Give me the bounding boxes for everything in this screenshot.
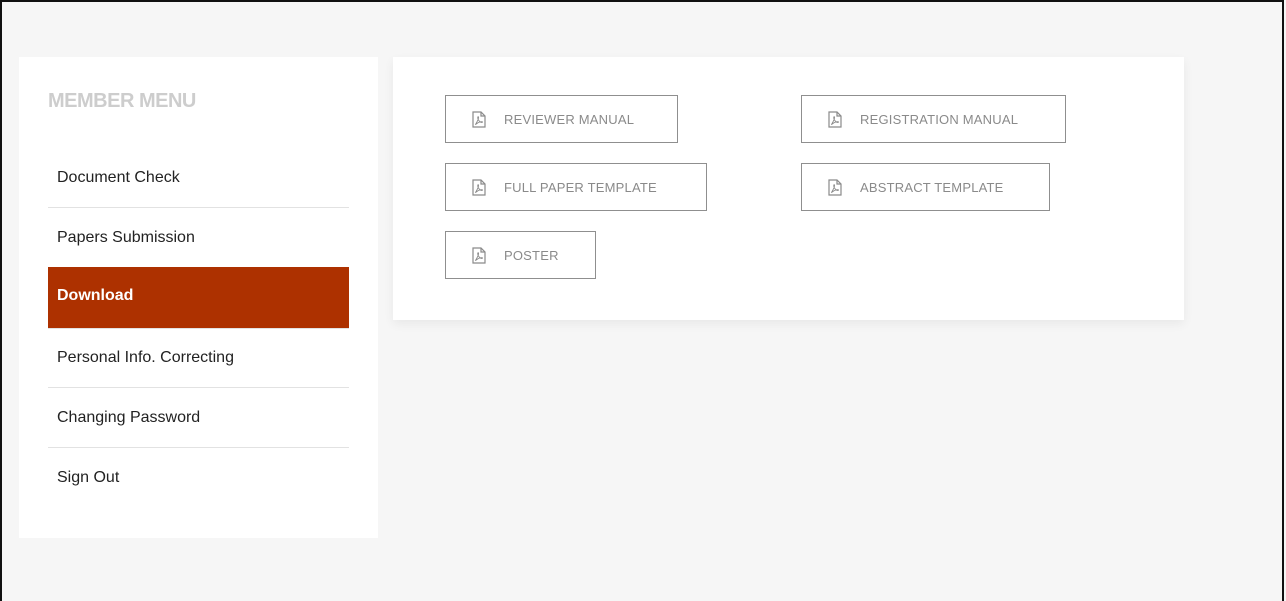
download-poster-button[interactable]: POSTER [445,231,596,279]
downloads-panel: REVIEWER MANUAL REGISTRATION MANUAL FULL… [393,57,1184,320]
download-label: ABSTRACT TEMPLATE [860,179,1004,195]
menu-item-personal-info-correcting[interactable]: Personal Info. Correcting [48,328,349,388]
pdf-file-icon [828,110,842,128]
pdf-file-icon [472,178,486,196]
download-label: REVIEWER MANUAL [504,111,635,127]
member-menu-title: MEMBER MENU [48,90,196,112]
pdf-file-icon [472,110,486,128]
menu-item-document-check[interactable]: Document Check [48,148,349,208]
download-full-paper-template-button[interactable]: FULL PAPER TEMPLATE [445,163,707,211]
member-menu-sidebar: MEMBER MENU Document Check Papers Submis… [19,57,378,538]
menu-item-papers-submission[interactable]: Papers Submission [48,208,349,268]
download-reviewer-manual-button[interactable]: REVIEWER MANUAL [445,95,678,143]
download-registration-manual-button[interactable]: REGISTRATION MANUAL [801,95,1066,143]
download-label: REGISTRATION MANUAL [860,111,1019,127]
menu-item-download[interactable]: Download [48,267,349,329]
pdf-file-icon [472,246,486,264]
download-label: POSTER [504,247,559,263]
menu-item-changing-password[interactable]: Changing Password [48,388,349,448]
menu-item-sign-out[interactable]: Sign Out [48,448,349,507]
member-menu-list: Document Check Papers Submission Downloa… [48,148,349,507]
download-label: FULL PAPER TEMPLATE [504,179,657,195]
download-abstract-template-button[interactable]: ABSTRACT TEMPLATE [801,163,1050,211]
pdf-file-icon [828,178,842,196]
